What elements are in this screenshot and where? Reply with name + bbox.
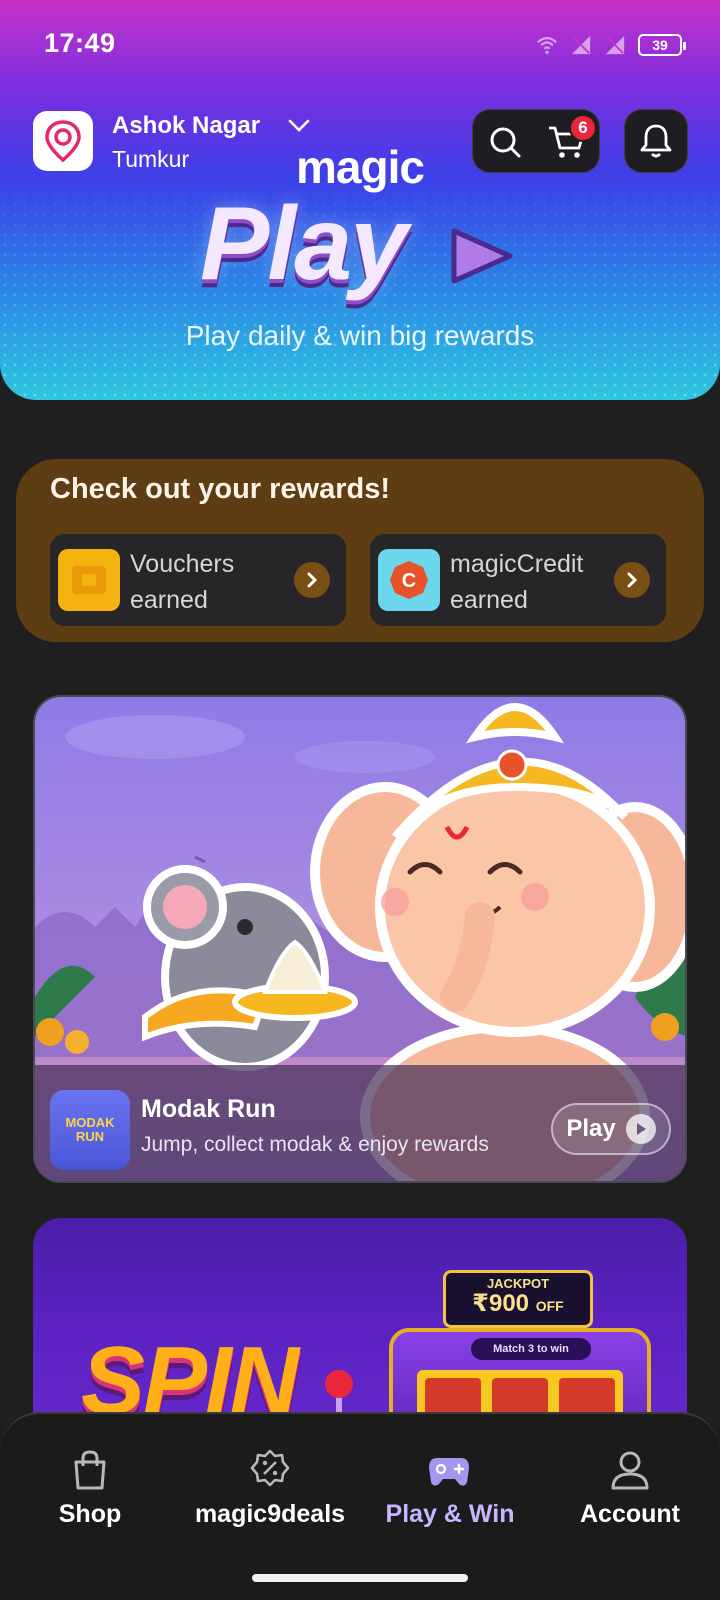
nav-label-magic9deals: magic9deals bbox=[194, 1500, 346, 1528]
magic-credit-icon: C bbox=[378, 549, 440, 611]
svg-text:C: C bbox=[402, 570, 416, 592]
game-description: Jump, collect modak & enjoy rewards bbox=[141, 1133, 489, 1156]
shopping-bag-icon bbox=[74, 1450, 106, 1490]
rewards-title: Check out your rewards! bbox=[50, 473, 391, 505]
status-bar: 17:49 39 bbox=[0, 0, 720, 90]
nav-item-play-win[interactable]: Play & Win bbox=[360, 1414, 540, 1544]
no-signal-icon bbox=[571, 35, 591, 55]
modak-run-logo-text: MODAK RUN bbox=[65, 1115, 115, 1144]
bottom-navigation: Shop magic9deals Play & Win Account bbox=[0, 1412, 720, 1600]
status-icons: 39 bbox=[536, 34, 686, 56]
location-name[interactable]: Ashok Nagar bbox=[112, 112, 260, 140]
hero-tagline: Play daily & win big rewards bbox=[185, 320, 535, 351]
modak-run-game-card[interactable]: MODAK RUN Modak Run Jump, collect modak … bbox=[33, 695, 687, 1183]
magic-credit-card[interactable]: C magicCredit earned bbox=[370, 534, 666, 626]
nav-label-shop: Shop bbox=[58, 1500, 122, 1528]
gamepad-icon bbox=[429, 1458, 469, 1486]
status-time: 17:49 bbox=[44, 28, 116, 58]
game-info-bar: MODAK RUN Modak Run Jump, collect modak … bbox=[35, 1065, 685, 1181]
play-triangle-icon bbox=[451, 228, 513, 284]
no-signal-icon-2 bbox=[605, 35, 625, 55]
discount-badge-icon bbox=[250, 1449, 290, 1487]
nav-label-play-win: Play & Win bbox=[385, 1500, 515, 1528]
nav-item-shop[interactable]: Shop bbox=[0, 1414, 180, 1544]
magic-credit-label: magicCredit earned bbox=[450, 550, 584, 614]
play-wordmark: Play bbox=[200, 186, 408, 302]
vouchers-card[interactable]: Vouchers earned bbox=[50, 534, 346, 626]
chevron-down-icon[interactable] bbox=[287, 116, 311, 136]
user-icon bbox=[611, 1451, 649, 1490]
nav-item-magic9deals[interactable]: magic9deals bbox=[180, 1414, 360, 1544]
vouchers-label: Vouchers earned bbox=[130, 550, 235, 614]
chevron-right-icon bbox=[294, 562, 330, 598]
jackpot-amount: ₹900 OFF bbox=[472, 1290, 564, 1317]
play-icon bbox=[625, 1114, 656, 1144]
voucher-icon bbox=[58, 549, 120, 611]
match-label: Match 3 to win bbox=[471, 1338, 591, 1360]
chevron-right-icon bbox=[614, 562, 650, 598]
play-button-label: Play bbox=[566, 1115, 616, 1142]
nav-label-account: Account bbox=[580, 1500, 680, 1528]
cart-count-badge: 6 bbox=[569, 114, 597, 142]
battery-indicator: 39 bbox=[638, 34, 686, 56]
play-hero-header: 17:49 39 Ashok Nagar Tumkur 6 magic Play… bbox=[0, 0, 720, 400]
nav-item-account[interactable]: Account bbox=[540, 1414, 720, 1544]
game-title: Modak Run bbox=[141, 1095, 276, 1123]
play-button[interactable]: Play bbox=[551, 1103, 671, 1155]
jackpot-label: JACKPOT bbox=[486, 1276, 550, 1291]
jackpot-sign: JACKPOT ₹900 OFF bbox=[443, 1270, 593, 1328]
home-indicator[interactable] bbox=[252, 1574, 468, 1582]
rewards-panel: Check out your rewards! Vouchers earned … bbox=[16, 459, 704, 642]
modak-run-thumbnail: MODAK RUN bbox=[50, 1090, 130, 1170]
wifi-icon bbox=[537, 37, 557, 54]
